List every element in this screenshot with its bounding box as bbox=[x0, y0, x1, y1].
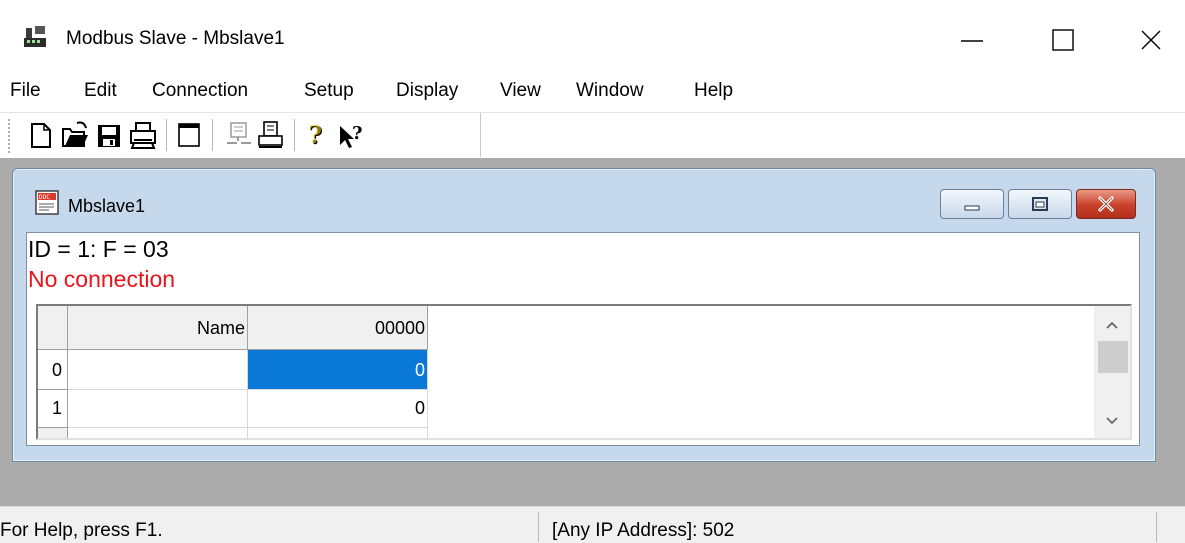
context-help-button[interactable]: ? bbox=[336, 117, 366, 153]
menu-help[interactable]: Help bbox=[694, 80, 733, 102]
register-grid: Name 00000 0 0 1 0 bbox=[36, 304, 1132, 440]
child-close-button[interactable] bbox=[1076, 189, 1136, 219]
grid-corner-header[interactable] bbox=[38, 306, 68, 350]
svg-text:?: ? bbox=[308, 120, 322, 149]
toolbar-grip[interactable] bbox=[8, 119, 13, 153]
grid-cell-name[interactable] bbox=[68, 350, 248, 390]
menu-window[interactable]: Window bbox=[576, 80, 644, 102]
grid-cell-partial bbox=[248, 428, 428, 438]
help-button[interactable]: ?? bbox=[302, 117, 332, 153]
status-separator bbox=[1156, 512, 1157, 542]
doc-icon: DOC bbox=[35, 190, 59, 215]
save-button[interactable] bbox=[94, 117, 124, 153]
grid-cell-value-selected[interactable]: 0 bbox=[248, 350, 428, 390]
modbus-app-icon bbox=[24, 26, 46, 47]
status-separator bbox=[538, 512, 539, 542]
close-button[interactable] bbox=[1122, 0, 1182, 66]
connect-icon bbox=[258, 121, 283, 148]
toolbar-separator bbox=[166, 119, 168, 151]
print-icon bbox=[130, 122, 156, 149]
grid-header-name[interactable]: Name bbox=[68, 306, 248, 350]
close-icon bbox=[1141, 30, 1161, 50]
slave-id-function: ID = 1: F = 03 bbox=[28, 236, 169, 262]
open-button[interactable] bbox=[60, 117, 90, 153]
connect-button[interactable] bbox=[256, 117, 286, 153]
toolbar: ?? ? bbox=[0, 112, 1185, 159]
restore-icon bbox=[1032, 197, 1048, 211]
svg-text:DOC: DOC bbox=[39, 194, 50, 201]
new-file-icon bbox=[31, 123, 51, 148]
print-button[interactable] bbox=[128, 117, 158, 153]
window-icon bbox=[178, 123, 200, 147]
child-minimize-button[interactable] bbox=[940, 189, 1004, 219]
close-icon bbox=[1098, 196, 1114, 212]
grid-header-address[interactable]: 00000 bbox=[248, 306, 428, 350]
maximize-icon bbox=[1052, 29, 1074, 51]
grid-cell-partial bbox=[68, 428, 248, 438]
child-restore-button[interactable] bbox=[1008, 189, 1072, 219]
open-folder-icon bbox=[62, 121, 88, 147]
disconnect-button[interactable] bbox=[224, 117, 254, 153]
child-window-title: Mbslave1 bbox=[68, 196, 146, 216]
context-help-icon: ? bbox=[340, 123, 363, 148]
disconnect-icon bbox=[227, 122, 251, 144]
maximize-button[interactable] bbox=[1032, 0, 1092, 66]
status-help-text: For Help, press F1. bbox=[0, 520, 163, 541]
toolbar-separator bbox=[212, 119, 214, 151]
grid-cell-name[interactable] bbox=[68, 390, 248, 428]
toolbar-end-separator bbox=[480, 113, 481, 157]
toolbar-separator bbox=[294, 119, 296, 151]
grid-cell-value[interactable]: 0 bbox=[248, 390, 428, 428]
menu-bar: File Edit Connection Setup Display View … bbox=[0, 72, 1185, 112]
minimize-button[interactable] bbox=[942, 0, 1002, 66]
scroll-down-icon bbox=[1106, 417, 1118, 425]
minimize-icon bbox=[964, 205, 980, 211]
scrollbar-thumb[interactable] bbox=[1098, 341, 1128, 373]
window-title: Modbus Slave - Mbslave1 bbox=[66, 28, 285, 49]
menu-file[interactable]: File bbox=[10, 80, 41, 102]
scroll-up-icon bbox=[1106, 321, 1118, 329]
new-button[interactable] bbox=[26, 117, 56, 153]
svg-text:?: ? bbox=[352, 123, 363, 144]
status-address: [Any IP Address]: 502 bbox=[552, 520, 735, 541]
menu-display[interactable]: Display bbox=[396, 80, 458, 102]
new-window-button[interactable] bbox=[174, 117, 204, 153]
help-icon: ?? bbox=[308, 120, 323, 150]
grid-row-index-partial bbox=[38, 428, 68, 438]
connection-status: No connection bbox=[28, 266, 176, 292]
menu-edit[interactable]: Edit bbox=[84, 80, 117, 102]
save-icon bbox=[98, 125, 120, 147]
minimize-icon bbox=[961, 40, 983, 42]
grid-row-index[interactable]: 0 bbox=[38, 350, 68, 390]
grid-row-index[interactable]: 1 bbox=[38, 390, 68, 428]
menu-connection[interactable]: Connection bbox=[152, 80, 248, 102]
menu-view[interactable]: View bbox=[500, 80, 541, 102]
menu-setup[interactable]: Setup bbox=[304, 80, 354, 102]
